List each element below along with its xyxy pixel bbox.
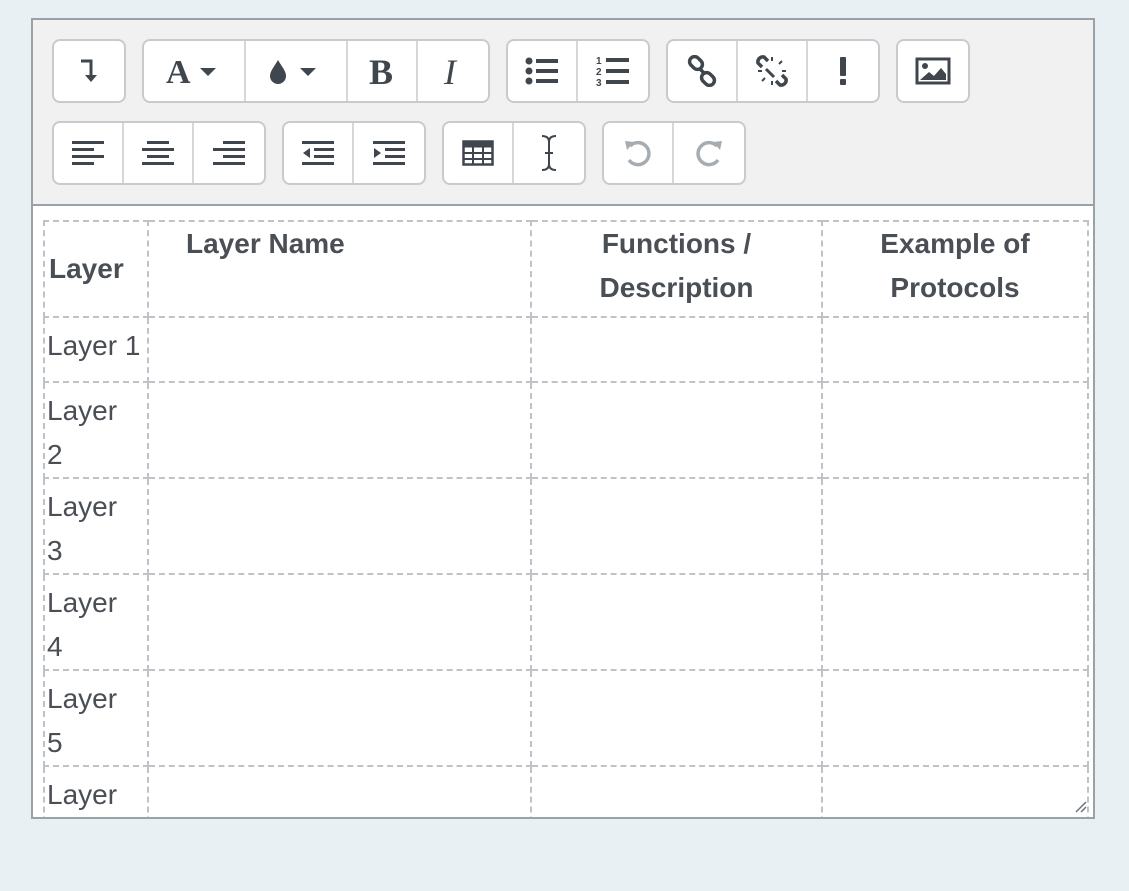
cell-examples[interactable] <box>821 765 1089 817</box>
cell-examples[interactable] <box>821 477 1089 575</box>
svg-text:3: 3 <box>596 78 602 87</box>
editor-content-area[interactable]: Layer Layer Name Functions / Description… <box>33 206 1093 817</box>
show-more-buttons-button[interactable] <box>54 41 124 101</box>
cell-functions[interactable] <box>530 765 823 817</box>
toolbar-group-history <box>602 121 746 185</box>
resize-handle-icon[interactable] <box>1073 799 1087 813</box>
drop-dropdown-icon <box>270 60 316 84</box>
undo-button[interactable] <box>604 123 674 183</box>
redo-icon <box>696 140 722 167</box>
header-examples[interactable]: Example of Protocols <box>821 220 1089 318</box>
bullet-list-icon <box>525 57 558 85</box>
indent-button[interactable] <box>354 123 424 183</box>
image-icon <box>915 57 951 85</box>
cell-layer-name[interactable] <box>147 477 532 575</box>
toolbar-group-more <box>52 39 126 103</box>
align-left-icon <box>72 141 104 165</box>
cell-layer-name[interactable] <box>147 381 532 479</box>
table-row: Layer <box>43 765 1089 817</box>
cell-layer[interactable]: Layer 4 <box>43 573 149 671</box>
align-center-icon <box>142 141 174 165</box>
cell-layer[interactable]: Layer 1 <box>43 316 149 383</box>
unordered-list-button[interactable] <box>508 41 578 101</box>
align-right-icon <box>213 141 245 165</box>
cell-functions[interactable] <box>530 573 823 671</box>
table-row: Layer 1 <box>43 316 1089 383</box>
unlink-icon <box>756 55 788 87</box>
unlink-button[interactable] <box>738 41 808 101</box>
svg-text:B: B <box>369 54 393 88</box>
cell-layer[interactable]: Layer <box>43 765 149 817</box>
toolbar-group-align <box>52 121 266 185</box>
undo-icon <box>625 140 651 167</box>
link-button[interactable] <box>668 41 738 101</box>
cell-layer[interactable]: Layer 2 <box>43 381 149 479</box>
cell-layer-name[interactable] <box>147 669 532 767</box>
link-icon <box>687 55 717 87</box>
table-button[interactable] <box>444 123 514 183</box>
exclamation-icon <box>840 57 846 85</box>
italic-i-icon: I <box>443 54 458 88</box>
accessibility-checker-button[interactable] <box>808 41 878 101</box>
toolbar-group-style: A B I <box>142 39 490 103</box>
cell-layer[interactable]: Layer 5 <box>43 669 149 767</box>
redo-button[interactable] <box>674 123 744 183</box>
cell-layer-name[interactable] <box>147 573 532 671</box>
insert-image-button[interactable] <box>898 41 968 101</box>
cell-examples[interactable] <box>821 669 1089 767</box>
indent-icon <box>373 141 405 165</box>
rich-text-editor: A B I 1 2 3 Layer Layer Name Functions /… <box>31 18 1095 819</box>
svg-text:1: 1 <box>596 56 602 67</box>
table-icon <box>462 140 494 166</box>
font-a-dropdown-icon: A <box>166 54 216 88</box>
cell-functions[interactable] <box>530 669 823 767</box>
table-row: Layer 5 <box>43 669 1089 767</box>
protocol-layers-table: Layer Layer Name Functions / Description… <box>43 220 1089 817</box>
bold-b-icon: B <box>369 54 393 88</box>
text-cursor-button[interactable] <box>514 123 584 183</box>
cell-examples[interactable] <box>821 381 1089 479</box>
numbered-list-icon: 1 2 3 <box>596 56 629 87</box>
align-left-button[interactable] <box>54 123 124 183</box>
cell-functions[interactable] <box>530 316 823 383</box>
arrow-down-turn-icon <box>81 59 97 82</box>
cell-layer-name[interactable] <box>147 316 532 383</box>
ordered-list-button[interactable]: 1 2 3 <box>578 41 648 101</box>
svg-text:2: 2 <box>596 67 602 78</box>
svg-text:A: A <box>166 54 191 88</box>
toolbar-group-insert <box>442 121 586 185</box>
cell-functions[interactable] <box>530 477 823 575</box>
table-row: Layer 3 <box>43 477 1089 575</box>
table-row: Layer 4 <box>43 573 1089 671</box>
header-functions[interactable]: Functions / Description <box>530 220 823 318</box>
font-color-button[interactable] <box>246 41 348 101</box>
header-layer-name[interactable]: Layer Name <box>147 220 532 318</box>
bold-button[interactable]: B <box>348 41 418 101</box>
editor-toolbar: A B I 1 2 3 <box>33 20 1093 206</box>
italic-button[interactable]: I <box>418 41 488 101</box>
toolbar-group-media <box>896 39 970 103</box>
cell-layer[interactable]: Layer 3 <box>43 477 149 575</box>
outdent-icon <box>302 141 334 165</box>
svg-text:I: I <box>443 54 458 88</box>
cell-functions[interactable] <box>530 381 823 479</box>
table-row: Layer 2 <box>43 381 1089 479</box>
cell-examples[interactable] <box>821 316 1089 383</box>
text-cursor-icon <box>541 135 557 171</box>
cell-examples[interactable] <box>821 573 1089 671</box>
cell-layer-name[interactable] <box>147 765 532 817</box>
outdent-button[interactable] <box>284 123 354 183</box>
toolbar-group-lists: 1 2 3 <box>506 39 650 103</box>
align-right-button[interactable] <box>194 123 264 183</box>
table-header-row: Layer Layer Name Functions / Description… <box>43 220 1089 318</box>
align-center-button[interactable] <box>124 123 194 183</box>
header-layer[interactable]: Layer <box>43 220 149 318</box>
toolbar-group-links <box>666 39 880 103</box>
toolbar-group-indent <box>282 121 426 185</box>
font-style-button[interactable]: A <box>144 41 246 101</box>
